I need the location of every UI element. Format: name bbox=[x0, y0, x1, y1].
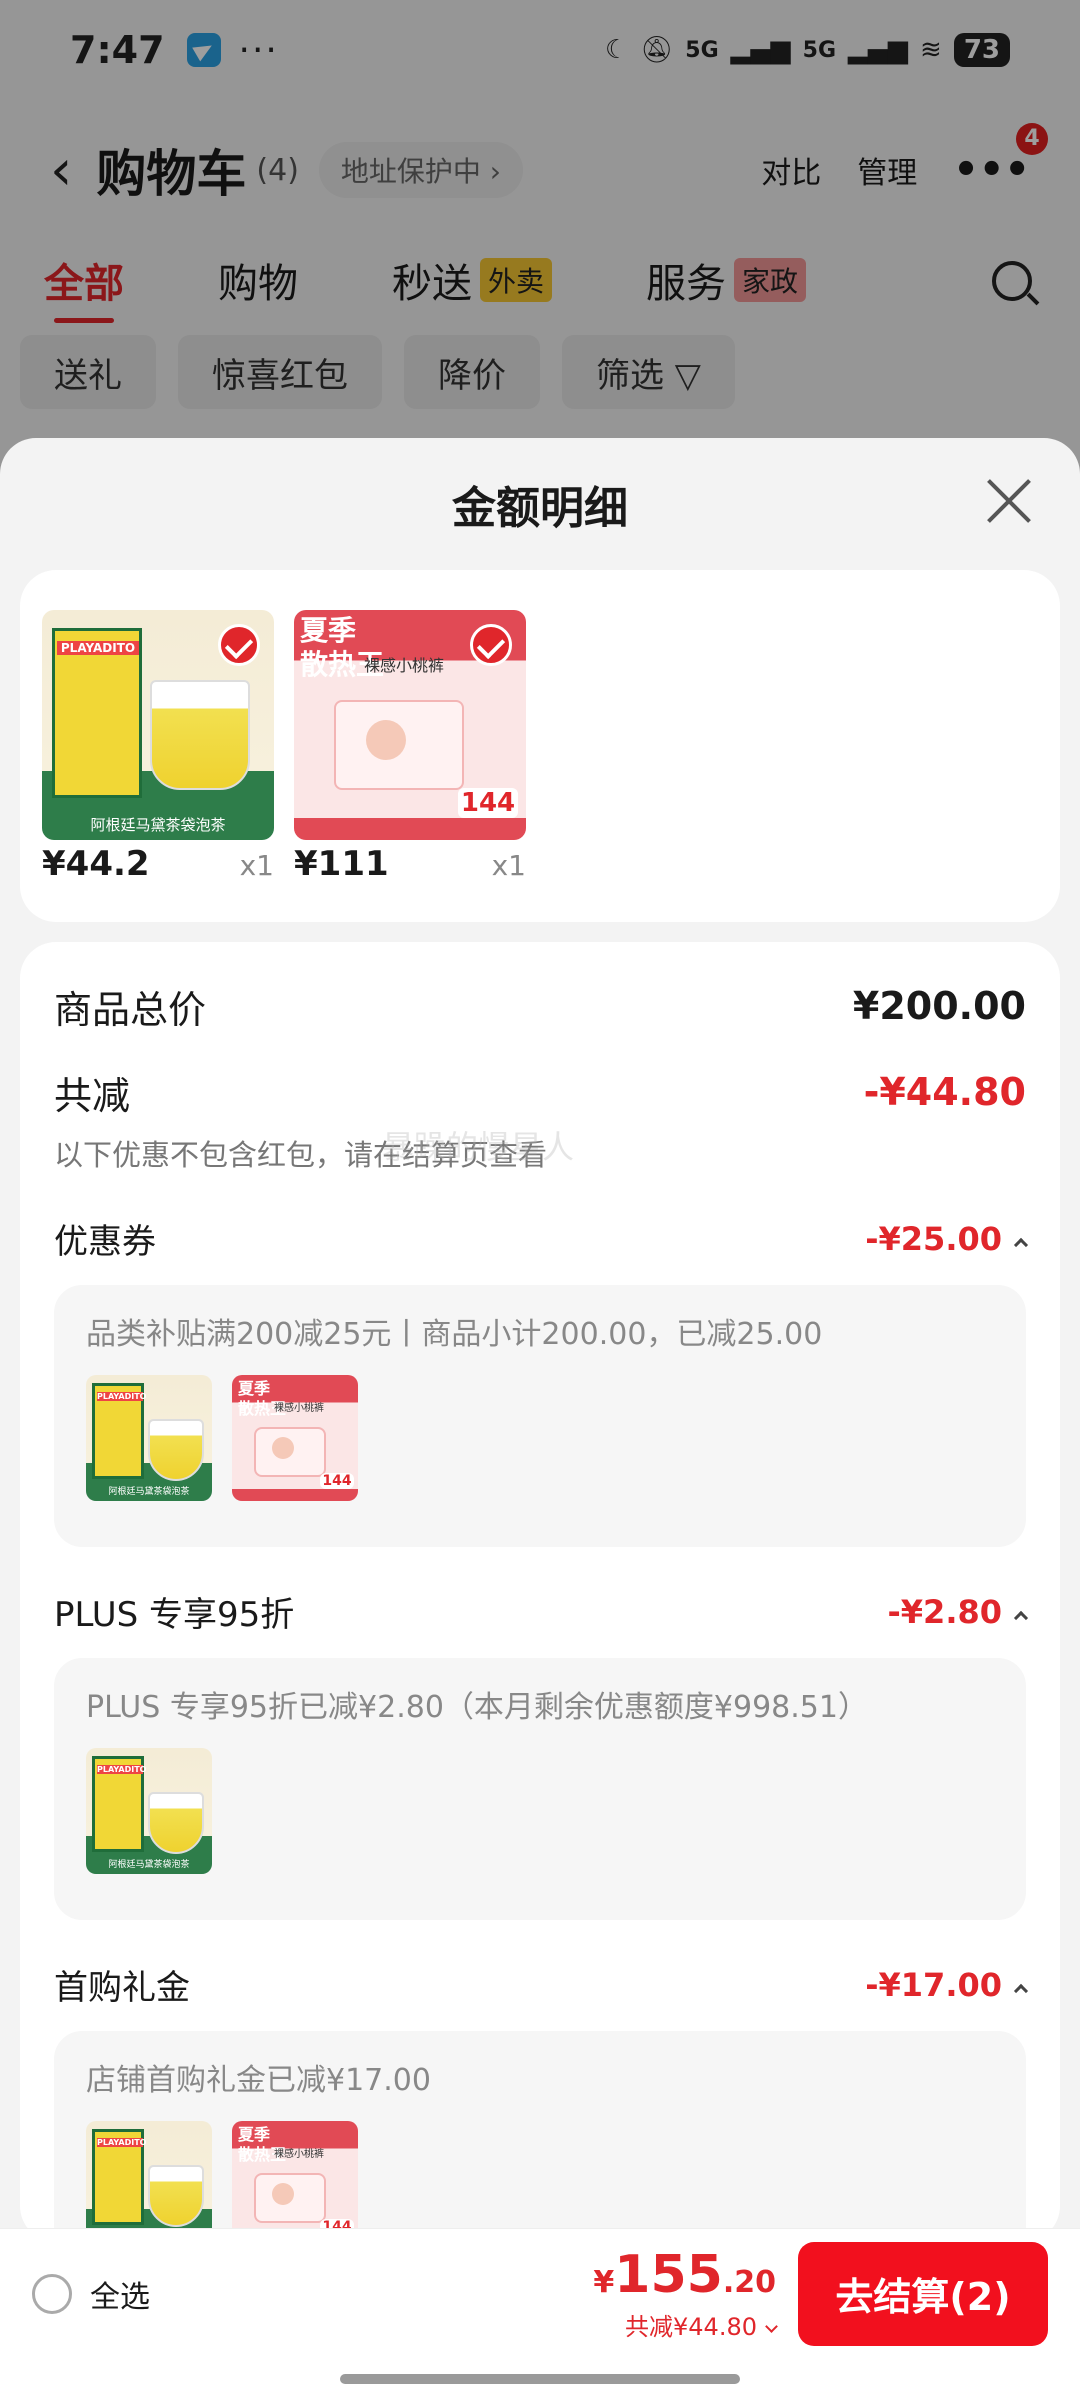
baby-face-art bbox=[272, 2183, 294, 2205]
goods-total-value: ¥200.00 bbox=[852, 984, 1026, 1028]
product-price: ¥111 bbox=[294, 844, 389, 884]
amount-detail-sheet: 金额明细 PLAYADITO 阿根廷马黛茶袋泡茶 ¥44.2 x1 夏季 散热王 … bbox=[0, 438, 1080, 2400]
baby-face-art bbox=[272, 1437, 294, 1459]
total-decimal: .20 bbox=[722, 2265, 776, 2300]
diaper-deal: 144 bbox=[458, 788, 518, 818]
total-currency: ¥ bbox=[593, 2265, 615, 2300]
product-strip: PLAYADITO 阿根廷马黛茶袋泡茶 ¥44.2 x1 夏季 散热王 裸感小桃裤… bbox=[20, 570, 1060, 922]
coupon-value: -¥25.00 bbox=[865, 1219, 1002, 1258]
product-qty: x1 bbox=[491, 849, 526, 882]
watermark: 暴躁的慢星人 bbox=[382, 1128, 575, 1166]
diaper-product-image: 夏季 散热王 裸感小桃裤 144 bbox=[294, 610, 526, 840]
first-purchase-row[interactable]: 首购礼金 -¥17.00 bbox=[54, 1960, 1029, 2009]
cart-page-background: 7:47 ··· ☾ 🔕︎ 5G ▂▄▆ 5G ▂▄▆ ≋ 73 ‹ 购物车 (… bbox=[0, 0, 1080, 470]
plus-detail-box: PLUS 专享95折已减¥2.80（本月剩余优惠额度¥998.51） PLAYA… bbox=[54, 1658, 1026, 1920]
tea-product-image: PLAYADITO 阿根廷马黛茶袋泡茶 bbox=[42, 610, 274, 840]
plus-products: PLAYADITO 阿根廷马黛茶袋泡茶 bbox=[86, 1748, 994, 1874]
plus-detail-text: PLUS 专享95折已减¥2.80（本月剩余优惠额度¥998.51） bbox=[86, 1690, 868, 1725]
diaper-name: 裸感小桃裤 bbox=[274, 2149, 324, 2160]
plus-value-wrap: -¥2.80 bbox=[887, 1592, 1029, 1631]
plus-row[interactable]: PLUS 专享95折 -¥2.80 bbox=[54, 1587, 1029, 1636]
discount-total-value: -¥44.80 bbox=[863, 1070, 1026, 1114]
coupon-row[interactable]: 优惠券 -¥25.00 bbox=[54, 1214, 1029, 1263]
coupon-detail-box: 品类补贴满200减25元丨商品小计200.00，已减25.00 PLAYADIT… bbox=[54, 1285, 1026, 1547]
tea-brand: PLAYADITO bbox=[97, 1765, 147, 1774]
sheet-header: 金额明细 bbox=[0, 438, 1080, 570]
home-indicator[interactable] bbox=[340, 2374, 740, 2384]
checkout-bar: 全选 ¥155.20 共减¥44.80 去结算(2) bbox=[0, 2228, 1080, 2358]
first-purchase-detail-text: 店铺首购礼金已减¥17.00 bbox=[86, 2063, 431, 2098]
discount-row: 共减 -¥44.80 bbox=[54, 1054, 1026, 1130]
selected-check-icon[interactable] bbox=[218, 624, 260, 666]
product-footer: ¥111 x1 bbox=[294, 844, 526, 884]
product-footer: ¥44.2 x1 bbox=[42, 844, 274, 884]
tea-glass-art bbox=[148, 2165, 204, 2227]
chevron-up-icon[interactable] bbox=[1013, 1610, 1029, 1626]
coupon-label: 优惠券 bbox=[54, 1222, 156, 1262]
diaper-deal: 144 bbox=[320, 1473, 354, 1489]
diaper-thumb-mini: 夏季 散热王 裸感小桃裤 144 bbox=[232, 1375, 358, 1501]
close-icon[interactable] bbox=[986, 478, 1032, 524]
tea-brand: PLAYADITO bbox=[97, 2138, 147, 2147]
tea-glass-art bbox=[150, 680, 250, 790]
sheet-title: 金额明细 bbox=[452, 483, 628, 534]
total-integer: 155 bbox=[614, 2245, 723, 2305]
product-item-tea[interactable]: PLAYADITO 阿根廷马黛茶袋泡茶 ¥44.2 x1 bbox=[42, 610, 274, 922]
tea-glass-art bbox=[148, 1792, 204, 1854]
first-purchase-label: 首购礼金 bbox=[54, 1968, 190, 2008]
selected-check-icon[interactable] bbox=[470, 624, 512, 666]
tea-box-art: PLAYADITO bbox=[52, 628, 142, 798]
discount-label: 共减 bbox=[54, 1073, 131, 1118]
first-purchase-value: -¥17.00 bbox=[865, 1965, 1002, 2004]
tea-thumb-mini: PLAYADITO 阿根廷马黛茶袋泡茶 bbox=[86, 1375, 212, 1501]
tea-glass-art bbox=[148, 1419, 204, 1481]
goods-total-label: 商品总价 bbox=[54, 987, 207, 1032]
diaper-foot-band bbox=[294, 818, 526, 840]
tea-band: 阿根廷马黛茶袋泡茶 bbox=[108, 1860, 190, 1870]
tea-brand: PLAYADITO bbox=[57, 641, 139, 655]
coupon-products: PLAYADITO 阿根廷马黛茶袋泡茶 夏季 散热王 裸感小桃裤 144 bbox=[86, 1375, 994, 1501]
tea-band: 阿根廷马黛茶袋泡茶 bbox=[108, 1487, 190, 1497]
baby-face-art bbox=[366, 720, 406, 760]
diaper-name: 裸感小桃裤 bbox=[364, 656, 445, 675]
modal-overlay[interactable] bbox=[0, 0, 1080, 470]
saved-amount-toggle[interactable]: 共减¥44.80 bbox=[593, 2307, 778, 2342]
total-summary: ¥155.20 共减¥44.80 bbox=[593, 2245, 778, 2342]
select-all-label[interactable]: 全选 bbox=[90, 2272, 150, 2316]
diaper-name: 裸感小桃裤 bbox=[274, 1403, 324, 1414]
tea-thumb-mini: PLAYADITO 阿根廷马黛茶袋泡茶 bbox=[86, 1748, 212, 1874]
total-price: ¥155.20 bbox=[593, 2245, 776, 2305]
select-all-radio[interactable] bbox=[32, 2273, 72, 2314]
tea-brand: PLAYADITO bbox=[97, 1392, 147, 1401]
plus-value: -¥2.80 bbox=[887, 1592, 1003, 1631]
coupon-value-wrap: -¥25.00 bbox=[865, 1219, 1029, 1258]
checkout-button[interactable]: 去结算(2) bbox=[798, 2241, 1048, 2346]
tea-box-art: PLAYADITO bbox=[92, 1383, 147, 1479]
tea-box-art: PLAYADITO bbox=[92, 2129, 147, 2225]
product-qty: x1 bbox=[239, 849, 274, 882]
diaper-foot-band bbox=[232, 1489, 358, 1501]
product-item-diaper[interactable]: 夏季 散热王 裸感小桃裤 144 ¥111 x1 bbox=[294, 610, 526, 922]
saved-amount: 共减¥44.80 bbox=[625, 2313, 757, 2341]
plus-label: PLUS 专享95折 bbox=[54, 1595, 295, 1635]
chevron-down-icon bbox=[765, 2320, 778, 2333]
tea-box-art: PLAYADITO bbox=[92, 1756, 147, 1852]
tea-band: 阿根廷马黛茶袋泡茶 bbox=[90, 816, 226, 834]
first-purchase-value-wrap: -¥17.00 bbox=[865, 1965, 1029, 2004]
product-price: ¥44.2 bbox=[42, 844, 150, 884]
chevron-up-icon[interactable] bbox=[1013, 1983, 1029, 1999]
coupon-detail-text: 品类补贴满200减25元丨商品小计200.00，已减25.00 bbox=[86, 1317, 823, 1352]
chevron-up-icon[interactable] bbox=[1013, 1237, 1029, 1253]
goods-total-row: 商品总价 ¥200.00 bbox=[54, 968, 1026, 1044]
